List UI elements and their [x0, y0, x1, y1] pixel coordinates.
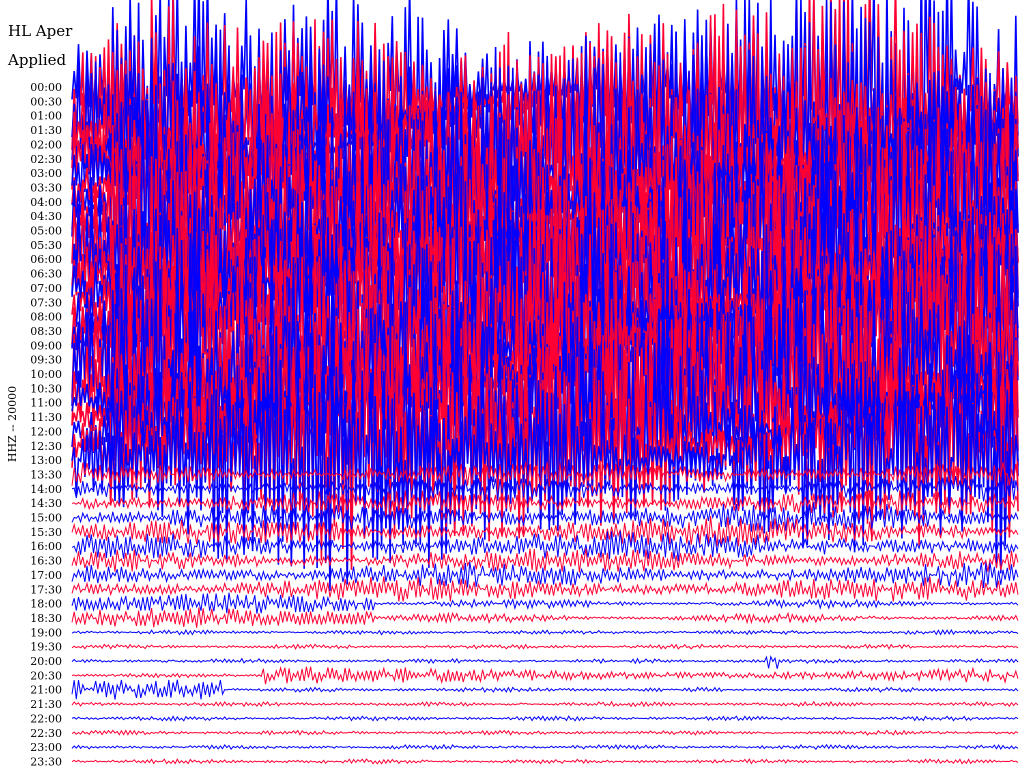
- row-label-5: 02:30: [30, 153, 62, 166]
- row-label-31: 15:30: [30, 526, 62, 539]
- row-label-21: 10:30: [30, 382, 62, 395]
- row-label-10: 05:00: [30, 225, 62, 238]
- row-label-39: 19:30: [30, 641, 62, 654]
- row-label-8: 04:00: [30, 196, 62, 209]
- helicorder-plot: 00:0000:30 01:0001:3002:00 02:3003:0003:30…: [6, 0, 1019, 768]
- trace-row-39: [71, 643, 1019, 651]
- row-label-43: 21:30: [30, 698, 62, 711]
- trace-row-41: [71, 665, 1019, 685]
- trace-row-43: [71, 700, 1019, 708]
- row-label-42: 21:00: [30, 684, 62, 697]
- row-label-2: 01:00: [30, 110, 62, 123]
- trace-row-33: [71, 548, 1019, 573]
- plot-title-line-2: Applied: [7, 51, 68, 69]
- row-label-15: 07:30: [30, 296, 62, 309]
- row-label-18: 09:00: [30, 339, 62, 352]
- row-label-6: 03:00: [30, 167, 62, 180]
- row-label-28: 14:00: [30, 483, 62, 496]
- row-label-12: 06:00: [30, 253, 62, 266]
- row-label-24: 12:00: [30, 425, 62, 438]
- row-label-36: 18:00: [30, 598, 62, 611]
- row-label-33: 16:30: [30, 555, 62, 568]
- row-label-45: 22:30: [30, 727, 62, 740]
- row-label-22: 11:00: [30, 397, 62, 410]
- row-label-3: 01:30: [30, 124, 62, 137]
- row-label-30: 15:00: [30, 512, 62, 525]
- row-label-11: 05:30: [30, 239, 62, 252]
- row-label-47: 23:30: [30, 755, 62, 768]
- row-label-7: 03:30: [30, 181, 62, 194]
- row-label-4: 02:00: [30, 138, 62, 151]
- row-label-35: 17:30: [30, 583, 62, 596]
- row-label-1: 00:30: [30, 95, 62, 108]
- row-label-27: 13:30: [30, 468, 62, 481]
- row-label-19: 09:30: [30, 354, 62, 367]
- trace-row-46: [71, 743, 1019, 751]
- row-label-9: 04:30: [30, 210, 62, 223]
- row-label-20: 10:00: [30, 368, 62, 381]
- row-label-44: 22:00: [30, 712, 62, 725]
- trace-row-40: [71, 655, 1019, 669]
- trace-row-45: [71, 729, 1019, 736]
- plot-title-line-1: HL Aper: [7, 22, 74, 40]
- trace-row-44: [71, 715, 1019, 722]
- row-label-46: 23:00: [30, 741, 62, 754]
- row-label-26: 13:00: [30, 454, 62, 467]
- trace-row-47: [71, 758, 1019, 765]
- row-label-17: 08:30: [30, 325, 62, 338]
- row-label-0: 00:00: [30, 81, 62, 94]
- row-label-34: 17:00: [30, 569, 62, 582]
- row-label-23: 11:30: [30, 411, 62, 424]
- row-label-41: 20:30: [30, 669, 62, 682]
- row-label-29: 14:30: [30, 497, 62, 510]
- trace-row-42: [71, 679, 1019, 700]
- row-label-25: 12:30: [30, 440, 62, 453]
- row-label-14: 07:00: [30, 282, 62, 295]
- channel-label: HHZ -- 20000: [6, 386, 19, 462]
- trace-row-38: [71, 628, 1019, 636]
- row-label-16: 08:00: [30, 311, 62, 324]
- row-label-37: 18:30: [30, 612, 62, 625]
- row-label-13: 06:30: [30, 268, 62, 281]
- row-label-40: 20:00: [30, 655, 62, 668]
- row-label-38: 19:00: [30, 626, 62, 639]
- row-label-32: 16:00: [30, 540, 62, 553]
